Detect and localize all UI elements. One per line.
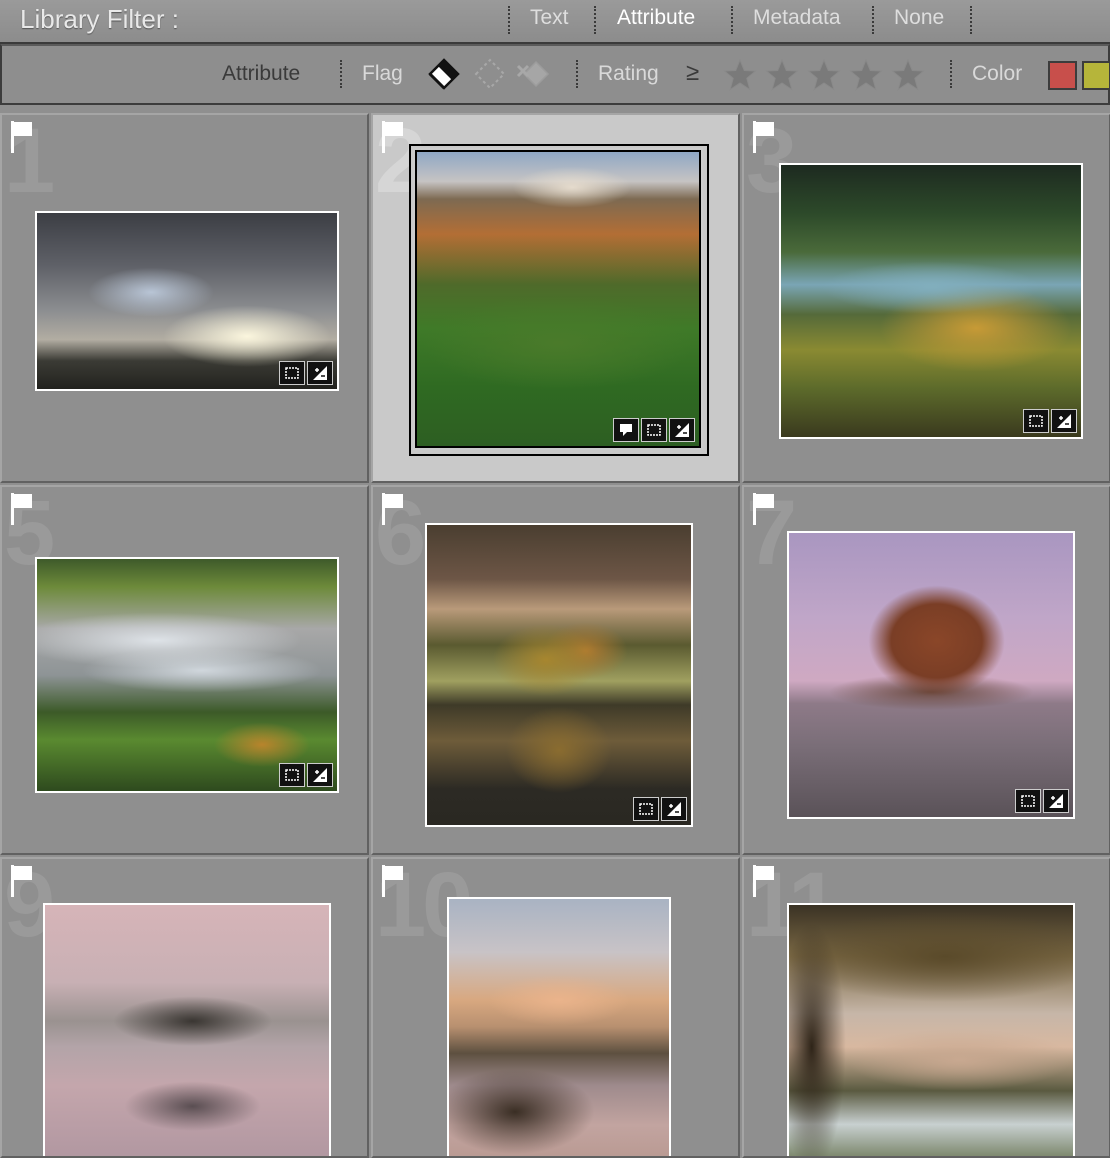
divider (970, 6, 972, 34)
adjust-icon (307, 763, 333, 787)
rating-label: Rating (598, 62, 659, 85)
tab-attribute[interactable]: Attribute (617, 6, 695, 30)
thumbnail[interactable] (35, 211, 339, 391)
rating-star-5-icon[interactable] (891, 58, 925, 92)
pick-flag-icon[interactable] (752, 492, 778, 526)
divider (950, 60, 952, 88)
library-filter-title: Library Filter : (20, 4, 179, 34)
crop-icon (633, 797, 659, 821)
divider (576, 60, 578, 88)
thumbnail-badges (279, 763, 333, 787)
tab-metadata[interactable]: Metadata (753, 6, 841, 30)
pick-flag-icon[interactable] (381, 120, 407, 154)
thumbnail[interactable] (787, 531, 1075, 819)
photo-misty-island-trees (45, 905, 329, 1156)
rating-operator[interactable]: ≥ (686, 59, 699, 87)
rating-star-2-icon[interactable] (765, 58, 799, 92)
thumbnail-badges (613, 418, 695, 442)
photo-valley-fog (37, 559, 337, 791)
thumbnail[interactable] (779, 163, 1083, 439)
pick-flag-icon[interactable] (10, 120, 36, 154)
rating-star-1-icon[interactable] (723, 58, 757, 92)
attribute-label: Attribute (222, 62, 301, 85)
rejected-filter-icon[interactable] (514, 54, 554, 94)
rating-star-3-icon[interactable] (807, 58, 841, 92)
color-swatch-yellow[interactable] (1082, 61, 1110, 90)
grid-cell[interactable]: 5 (0, 485, 369, 855)
pick-flag-icon[interactable] (381, 864, 407, 898)
crop-icon (1015, 789, 1041, 813)
crop-icon (279, 763, 305, 787)
thumbnail-badges (1015, 789, 1069, 813)
rating-star-4-icon[interactable] (849, 58, 883, 92)
adjust-icon (1051, 409, 1077, 433)
photo-frosty-trees-pink-sky (789, 533, 1073, 817)
divider (731, 6, 733, 34)
pick-flag-icon[interactable] (10, 492, 36, 526)
unflagged-filter-icon[interactable] (470, 54, 510, 94)
pick-flag-icon[interactable] (381, 492, 407, 526)
grid-cell[interactable]: 10 (371, 857, 740, 1158)
color-label: Color (972, 62, 1023, 85)
adjust-icon (669, 418, 695, 442)
color-swatch-red[interactable] (1048, 61, 1077, 90)
adjust-icon (307, 361, 333, 385)
tab-text[interactable]: Text (530, 6, 569, 30)
thumbnail[interactable] (425, 523, 693, 827)
divider (508, 6, 510, 34)
divider (872, 6, 874, 34)
grid-cell[interactable]: 7 (742, 485, 1110, 855)
divider (340, 60, 342, 88)
thumbnail-badges (1023, 409, 1077, 433)
grid-cell[interactable]: 11 (742, 857, 1110, 1158)
thumbnail[interactable] (35, 557, 339, 793)
photo-misty-lake-autumn (781, 165, 1081, 437)
thumbnail[interactable] (447, 897, 671, 1156)
thumbnail-grid: 1 2 3 5 6 7 9 10 (0, 113, 1110, 1158)
photo-lake-reeds-dawn (449, 899, 669, 1156)
grid-cell[interactable]: 9 (0, 857, 369, 1158)
photo-green-valley-aerial (417, 152, 699, 446)
thumbnail[interactable] (413, 148, 703, 450)
comment-icon (613, 418, 639, 442)
grid-cell[interactable]: 1 (0, 113, 369, 483)
crop-icon (1023, 409, 1049, 433)
divider (594, 6, 596, 34)
grid-cell-selected[interactable]: 2 (371, 113, 740, 483)
thumbnail[interactable] (787, 903, 1075, 1156)
flag-label: Flag (362, 62, 403, 85)
attribute-filter-bar: Attribute Flag Rating ≥ Color (0, 44, 1110, 105)
crop-icon (279, 361, 305, 385)
adjust-icon (661, 797, 687, 821)
photo-oak-branches-frost (789, 905, 1073, 1156)
adjust-icon (1043, 789, 1069, 813)
library-filter-bar: Library Filter : Text Attribute Metadata… (0, 0, 1110, 44)
flagged-filter-icon[interactable] (424, 54, 464, 94)
tab-none[interactable]: None (894, 6, 944, 30)
grid-cell[interactable]: 6 (371, 485, 740, 855)
crop-icon (641, 418, 667, 442)
pick-flag-icon[interactable] (752, 864, 778, 898)
thumbnail-badges (633, 797, 687, 821)
pick-flag-icon[interactable] (10, 864, 36, 898)
thumbnail-badges (279, 361, 333, 385)
photo-tree-reflection (427, 525, 691, 825)
grid-cell[interactable]: 3 (742, 113, 1110, 483)
pick-flag-icon[interactable] (752, 120, 778, 154)
thumbnail[interactable] (43, 903, 331, 1156)
